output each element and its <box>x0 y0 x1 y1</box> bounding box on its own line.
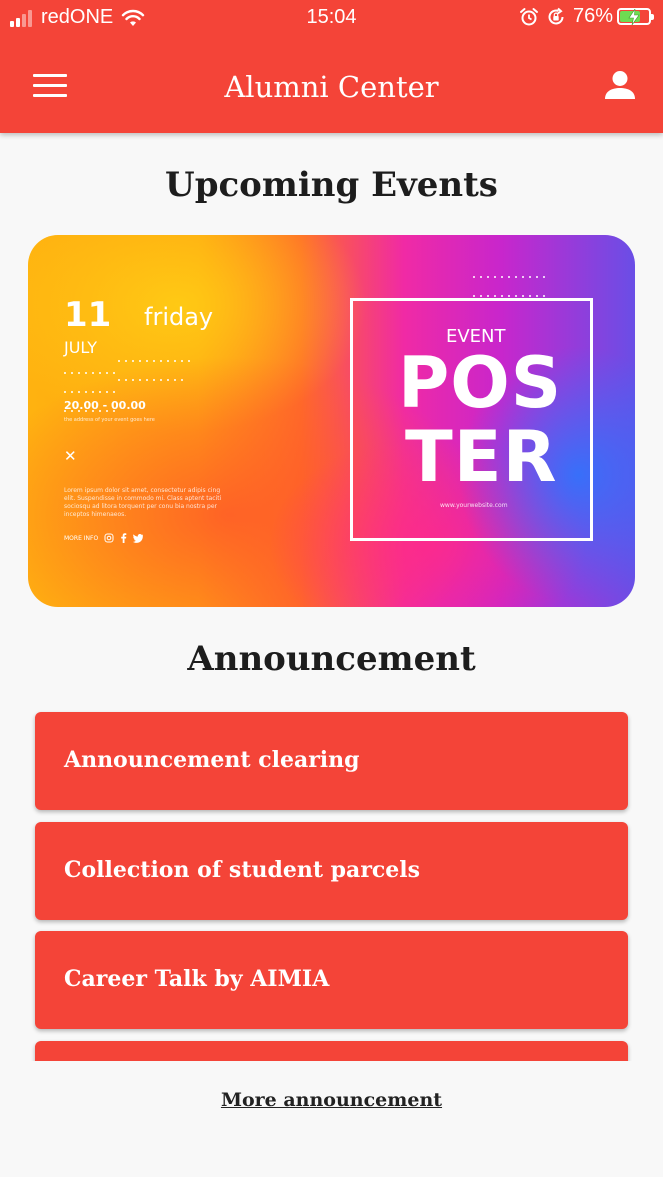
more-info-label: MORE INFO <box>64 534 99 542</box>
announcement-item[interactable] <box>35 1041 628 1061</box>
announcement-item[interactable]: Announcement clearing <box>35 712 628 810</box>
app-header: redONE 15:04 76% Alumni Center <box>0 0 663 133</box>
announcement-list[interactable]: Announcement clearing Collection of stud… <box>0 702 663 1061</box>
status-right: 76% <box>519 5 654 28</box>
announcement-item-label: Career Talk by AIMIA <box>64 966 330 992</box>
announcement-heading: Announcement <box>187 639 476 679</box>
upcoming-events-heading: Upcoming Events <box>165 165 498 205</box>
announcement-item-label: Collection of student parcels <box>64 857 421 883</box>
poster-more-info: MORE INFO <box>64 533 144 543</box>
battery-icon <box>617 8 654 25</box>
more-announcement-link-row: More announcement <box>0 1089 663 1111</box>
alumni-center-screen: redONE 15:04 76% Alumni Center Upcoming … <box>0 0 663 1177</box>
poster-x-mark: ✕ <box>64 447 77 465</box>
poster-day: 11 <box>64 295 112 335</box>
alarm-icon <box>519 7 538 25</box>
facebook-icon <box>121 533 127 543</box>
announcement-item[interactable]: Collection of student parcels <box>35 822 628 920</box>
poster-month: JULY <box>64 338 97 357</box>
announcement-item[interactable]: Career Talk by AIMIA <box>35 931 628 1029</box>
poster-title-line1: POS <box>398 342 563 424</box>
twitter-icon <box>133 533 144 543</box>
poster-subtext: the address of your event goes here <box>64 417 155 423</box>
app-title: Alumni Center <box>224 70 439 104</box>
poster-time: 20.00 - 00.00 <box>64 399 146 412</box>
poster-website: www.yourwebsite.com <box>440 502 508 509</box>
instagram-icon <box>104 533 114 543</box>
battery-percent: 76% <box>572 5 613 27</box>
more-announcement-link[interactable]: More announcement <box>221 1089 442 1111</box>
poster-title-line2: TER <box>405 416 558 498</box>
user-profile-icon[interactable] <box>603 70 637 100</box>
orientation-lock-icon <box>548 7 564 24</box>
status-bar: redONE 15:04 76% <box>0 0 663 36</box>
poster-weekday: friday <box>144 303 214 331</box>
charging-bolt-icon <box>628 9 640 25</box>
event-poster-banner[interactable]: 11 friday JULY 20.00 - 00.00 the address… <box>28 235 635 607</box>
announcement-item-label: Announcement clearing <box>64 747 360 773</box>
poster-body-text: Lorem ipsum dolor sit amet, consectetur … <box>64 487 222 518</box>
